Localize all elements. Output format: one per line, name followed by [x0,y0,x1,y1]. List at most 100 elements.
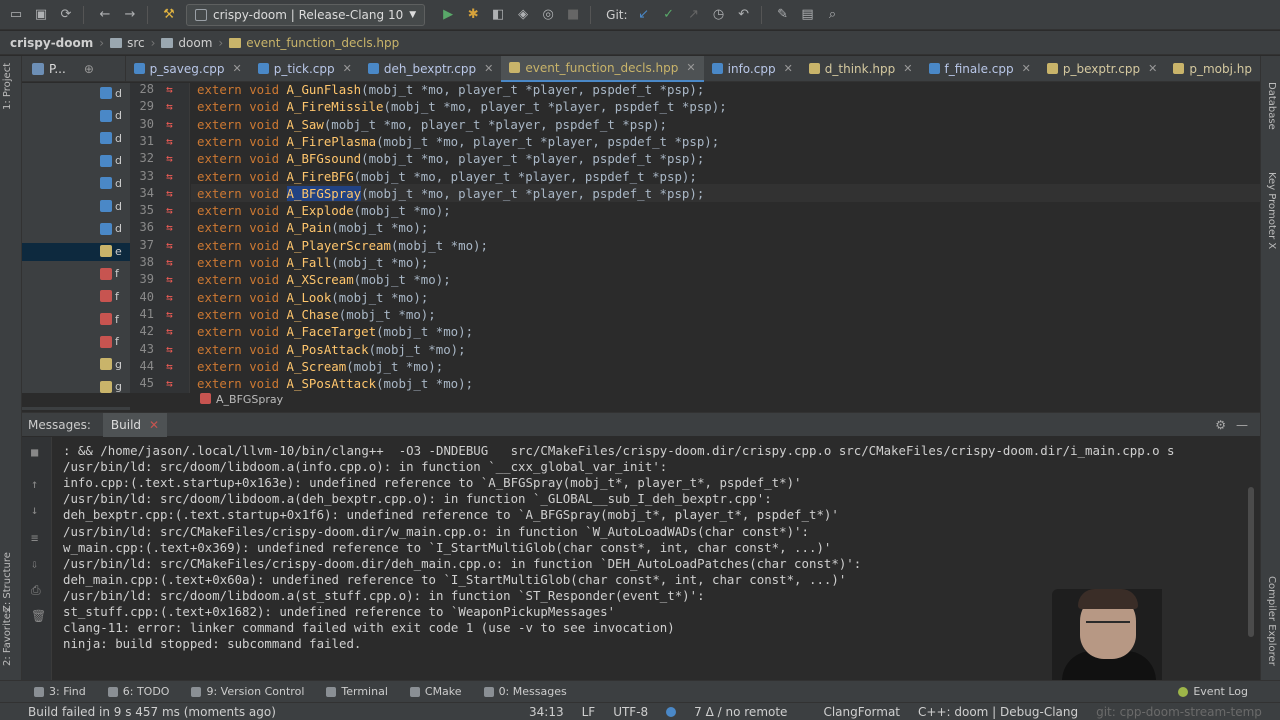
go-to-definition-icon[interactable]: ⇆ [166,133,173,150]
tab-f-finale[interactable]: f_finale.cpp ✕ [921,56,1039,82]
context-widget[interactable]: C++: doom | Debug-Clang [918,705,1078,719]
git-branch-widget[interactable]: 7 Δ / no remote [666,705,805,719]
project-tree-item[interactable]: d [100,175,130,191]
project-panel-tab[interactable]: P... ⊕ [22,55,126,82]
close-icon[interactable]: ✕ [784,62,793,75]
run-icon[interactable]: ▶ [439,6,457,24]
tool-tab-version-control[interactable]: 9: Version Control [191,685,304,698]
tab-info[interactable]: info.cpp ✕ [704,56,801,82]
project-tree-item[interactable]: d [100,130,130,146]
tab-d-think[interactable]: d_think.hpp ✕ [801,56,921,82]
build-scrollbar[interactable] [1248,487,1254,637]
event-log-tab[interactable]: Event Log [1178,685,1248,698]
tab-p-mobj[interactable]: p_mobj.hp [1165,56,1260,82]
up-arrow-icon[interactable]: ↑ [31,477,38,491]
tool-tab-find[interactable]: 3: Find [34,685,86,698]
go-to-definition-icon[interactable]: ⇆ [166,358,173,375]
close-icon[interactable]: ✕ [1022,62,1031,75]
breadcrumb-doom[interactable]: › doom [145,36,213,50]
close-icon[interactable]: ✕ [233,62,242,75]
go-to-definition-icon[interactable]: ⇆ [166,271,173,288]
trash-icon[interactable]: 🗑 [31,609,46,623]
revert-icon[interactable]: ↶ [735,6,753,24]
close-icon[interactable]: ✕ [149,418,159,432]
project-tool-tab[interactable]: 1: Project [2,63,13,110]
scroll-to-end-icon[interactable]: ⇩ [31,557,38,571]
tool-tab-messages[interactable]: 0: Messages [483,685,567,698]
file-encoding[interactable]: UTF-8 [613,705,648,719]
breadcrumb-file[interactable]: › event_function_decls.hpp [212,36,399,50]
go-to-definition-icon[interactable]: ⇆ [166,98,173,115]
git-commit-icon[interactable]: ✓ [660,6,678,24]
forward-icon[interactable]: → [121,6,139,24]
favorites-tool-tab[interactable]: 2: Favorites [2,608,13,666]
print-icon[interactable]: ⎙ [31,583,41,598]
close-icon[interactable]: ✕ [484,62,493,75]
history-icon[interactable]: ◷ [710,6,728,24]
go-to-definition-icon[interactable]: ⇆ [166,116,173,133]
go-to-definition-icon[interactable]: ⇆ [166,254,173,271]
down-arrow-icon[interactable]: ↓ [31,503,38,517]
compiler-explorer-tool-tab[interactable]: Compiler Explorer [1266,576,1277,666]
go-to-definition-icon[interactable]: ⇆ [166,323,173,340]
close-icon[interactable]: ✕ [903,62,912,75]
tab-p-bexptr[interactable]: p_bexptr.cpp ✕ [1039,56,1166,82]
attach-icon[interactable]: ◎ [539,6,557,24]
go-to-definition-icon[interactable]: ⇆ [166,150,173,167]
tab-deh-bexptr[interactable]: deh_bexptr.cpp ✕ [360,56,502,82]
breadcrumb-src[interactable]: › src [93,36,144,50]
tool-tab-terminal[interactable]: Terminal [326,685,388,698]
sync-icon[interactable]: ⟳ [57,6,75,24]
project-tree-item[interactable]: f [100,288,130,304]
function-breadcrumb[interactable]: A_BFGSpray [22,393,1260,407]
close-icon[interactable]: ✕ [1148,62,1157,75]
run-coverage-icon[interactable]: ◧ [489,6,507,24]
stop-icon[interactable]: ■ [31,445,38,459]
debug-icon[interactable]: ✱ [464,6,482,24]
tab-p-saveg[interactable]: p_saveg.cpp ✕ [126,56,250,82]
go-to-definition-icon[interactable]: ⇆ [166,219,173,236]
go-to-definition-icon[interactable]: ⇆ [166,83,173,98]
project-tree-item[interactable]: d [100,153,130,169]
go-to-definition-icon[interactable]: ⇆ [166,306,173,323]
project-tree-item[interactable]: d [100,198,130,214]
tab-event-function-decls[interactable]: event_function_decls.hpp ✕ [501,55,704,82]
stop-icon[interactable]: ■ [564,6,582,24]
profile-icon[interactable]: ◈ [514,6,532,24]
project-tree-item[interactable]: d [100,221,130,237]
search-icon[interactable]: ⌕ [824,6,842,24]
gear-icon[interactable]: ⚙ [1215,418,1226,432]
locate-icon[interactable]: ⊕ [84,62,94,76]
soft-wrap-icon[interactable]: ≡ [31,531,38,545]
caret-position[interactable]: 34:13 [529,705,564,719]
project-tree-item[interactable]: d [100,108,130,124]
formatter-widget[interactable]: ClangFormat [823,705,900,719]
minimize-icon[interactable]: — [1236,418,1248,432]
project-tree-item[interactable]: f [100,266,130,282]
save-icon[interactable]: ▣ [32,6,50,24]
back-icon[interactable]: ← [96,6,114,24]
project-tree-item[interactable]: f [100,311,130,327]
project-structure-icon[interactable]: ▤ [799,6,817,24]
settings-icon[interactable]: ✎ [774,6,792,24]
project-tree-item[interactable]: e [100,243,130,259]
open-folder-icon[interactable]: ▭ [7,6,25,24]
line-separator[interactable]: LF [582,705,596,719]
close-icon[interactable]: ✕ [686,61,695,74]
git-update-icon[interactable]: ↙ [635,6,653,24]
structure-tool-tab[interactable]: Z: Structure [2,552,13,612]
go-to-definition-icon[interactable]: ⇆ [166,375,173,392]
tool-tab-cmake[interactable]: CMake [409,685,462,698]
key-promoter-tool-tab[interactable]: Key Promoter X [1266,172,1277,249]
breadcrumb-project[interactable]: crispy-doom [10,36,93,50]
hammer-icon[interactable]: ⚒ [160,6,178,24]
tab-p-tick[interactable]: p_tick.cpp ✕ [250,56,360,82]
go-to-definition-icon[interactable]: ⇆ [166,237,173,254]
build-tab[interactable]: Build ✕ [102,412,168,437]
code-editor[interactable]: 28 ⇆ 29 ⇆ 30 ⇆ 31 ⇆ 32 ⇆ 33 ⇆ 34 ⇆ 35 ⇆ 36 ⇆ 37 ⇆ 38 ⇆ 39 ⇆ 40 ⇆ 4… [130,83,1260,393]
tool-tab-todo[interactable]: 6: TODO [107,685,169,698]
project-tree-item[interactable]: d [100,85,130,101]
go-to-definition-icon[interactable]: ⇆ [166,168,173,185]
git-push-icon[interactable]: ↗ [685,6,703,24]
project-tree-item[interactable]: g [100,356,130,372]
